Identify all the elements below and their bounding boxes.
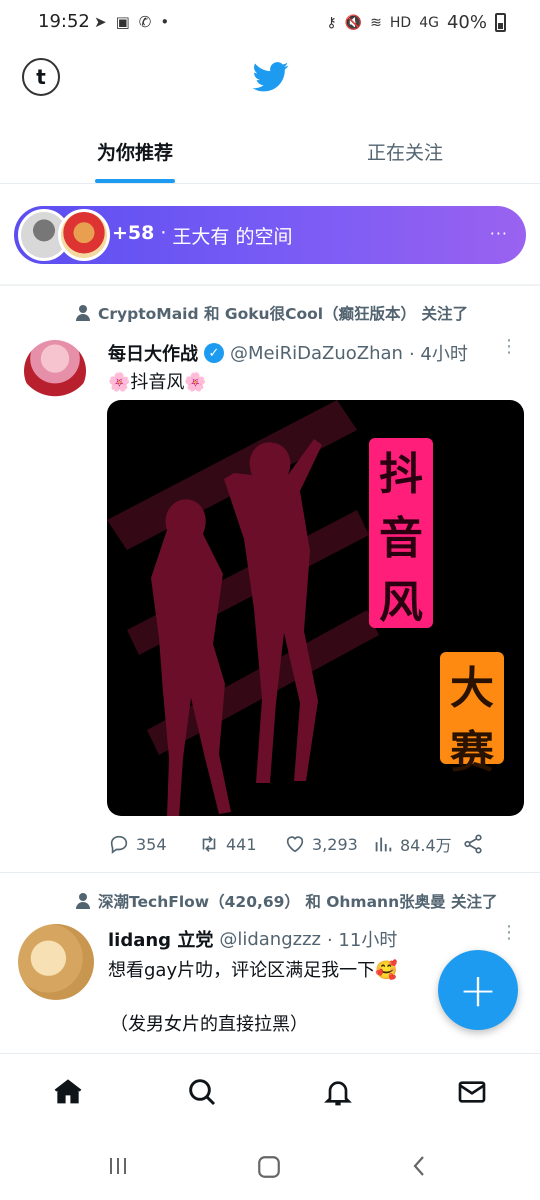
badge-char: 赛 [450, 727, 494, 778]
tab-active-indicator [95, 179, 175, 183]
search-icon[interactable] [186, 1076, 218, 1108]
home-icon[interactable] [52, 1076, 84, 1108]
space-separator: · [160, 221, 167, 244]
views-chart-icon [375, 837, 392, 852]
status-right-icons: ⚷ 🔇 ≋ HD 4G 40% [326, 12, 506, 33]
retweet-count: 441 [226, 834, 257, 854]
tab-following[interactable]: 正在关注 [270, 118, 540, 183]
status-time: 19:52 [38, 11, 90, 32]
bottom-navigation [0, 1053, 540, 1133]
badge-char: 风 [379, 577, 423, 628]
tweet-header: lidang 立党 @lidangzzz · 11小时 [108, 926, 397, 952]
tab-label: 正在关注 [366, 142, 443, 164]
tweet-text: 想看gay片叻，评论区满足我一下🥰 [108, 960, 398, 981]
avatar [58, 209, 110, 261]
plus-icon: + [458, 963, 498, 1017]
tweet-header: 每日大作战 ✓ @MeiRiDaZuoZhan · 4小时 [108, 340, 468, 366]
tab-for-you[interactable]: 为你推荐 [0, 118, 270, 183]
telegram-icon: ➤ [94, 13, 107, 31]
dot-icon: • [160, 13, 170, 31]
missed-call-icon: ✆ [138, 13, 152, 31]
4g-signal-icon: 4G [419, 14, 439, 31]
mute-icon: 🔇 [344, 14, 363, 31]
views-button[interactable]: 84.4万 [372, 832, 462, 856]
timeline-tabs: 为你推荐 正在关注 [0, 118, 540, 184]
mail-icon[interactable] [456, 1076, 488, 1108]
space-host-avatars [16, 206, 112, 264]
avatar-letter: t [36, 65, 46, 89]
tweet-author-name[interactable]: 每日大作战 [108, 340, 198, 366]
system-navigation-bar [0, 1134, 540, 1200]
app-header: t [0, 50, 540, 106]
like-button[interactable]: 3,293 [284, 833, 372, 855]
reply-icon [110, 835, 128, 854]
home-system-icon[interactable] [256, 1154, 282, 1180]
hd-icon: HD [389, 14, 412, 31]
recent-apps-icon[interactable] [106, 1154, 130, 1178]
tweet-time: · 4小时 [408, 344, 468, 365]
tweet-media-image[interactable]: 抖 音 风 大 赛 [107, 400, 524, 816]
badge-char: 音 [379, 513, 423, 564]
person-icon [76, 305, 90, 321]
tweet-social-context: CryptoMaid 和 Goku很Cool（癫狂版本） 关注了 [76, 302, 468, 324]
tweet-author-handle[interactable]: @lidangzzz [219, 929, 321, 950]
space-listener-count: +58 [112, 221, 155, 244]
verified-badge-icon: ✓ [204, 343, 224, 363]
space-info: +58 · 王大有 的空间 [112, 222, 292, 249]
tweet-text: 🌸抖音风🌸 [108, 372, 207, 393]
context-text[interactable]: CryptoMaid 和 Goku很Cool（癫狂版本） 关注了 [98, 302, 468, 324]
tweet-time: · 11小时 [326, 930, 398, 951]
media-title-badge: 抖 音 风 [369, 438, 433, 628]
live-space-banner[interactable]: +58 · 王大有 的空间 ··· [14, 206, 526, 264]
tweet-more-icon[interactable]: ⋮ [500, 338, 518, 356]
media-subtitle-badge: 大 赛 [440, 652, 504, 778]
status-left-icons: ➤ ▣ ✆ • [94, 13, 169, 31]
context-text[interactable]: 深潮TechFlow（420,69） 和 Ohmann张奥曼 关注了 [98, 890, 498, 912]
battery-percent: 40% [446, 12, 487, 33]
twitter-bird-icon[interactable] [253, 62, 289, 92]
wifi-icon: ≋ [370, 14, 382, 31]
tweet-author-handle[interactable]: @MeiRiDaZuoZhan [230, 343, 403, 364]
profile-avatar[interactable]: t [22, 58, 60, 96]
bell-icon[interactable] [322, 1076, 354, 1108]
tweet-author-name[interactable]: lidang 立党 [108, 926, 213, 952]
tweet-more-icon[interactable]: ⋮ [500, 924, 518, 942]
reply-button[interactable]: 354 [108, 833, 198, 855]
compose-tweet-button[interactable]: + [438, 950, 518, 1030]
section-divider [0, 284, 540, 286]
status-bar: 19:52 ➤ ▣ ✆ • ⚷ 🔇 ≋ HD 4G 40% [0, 0, 540, 46]
tweet-separator [0, 872, 540, 873]
avatar[interactable] [24, 340, 86, 402]
key-icon: ⚷ [326, 14, 337, 31]
person-icon [76, 893, 90, 909]
retweet-button[interactable]: 441 [198, 833, 284, 855]
share-button[interactable] [462, 833, 484, 855]
tweet-actions: 354 441 3,293 84.4万 [108, 832, 484, 856]
badge-char: 抖 [379, 449, 423, 500]
reply-count: 354 [136, 834, 167, 854]
tweet-text: （发男女片的直接拉黑） [110, 1014, 308, 1035]
badge-char: 大 [450, 663, 494, 714]
retweet-icon [202, 836, 216, 852]
back-icon[interactable] [408, 1154, 432, 1178]
square-icon: ▣ [115, 13, 130, 31]
tab-label: 为你推荐 [96, 142, 173, 164]
battery-icon [495, 13, 506, 32]
like-count: 3,293 [312, 834, 358, 854]
tweet-social-context: 深潮TechFlow（420,69） 和 Ohmann张奥曼 关注了 [76, 890, 498, 912]
views-count: 84.4万 [400, 836, 452, 855]
more-options-icon[interactable]: ··· [490, 224, 508, 243]
space-title: 王大有 的空间 [172, 225, 293, 248]
share-icon [464, 834, 482, 854]
avatar[interactable] [18, 924, 94, 1000]
heart-icon [286, 836, 304, 853]
